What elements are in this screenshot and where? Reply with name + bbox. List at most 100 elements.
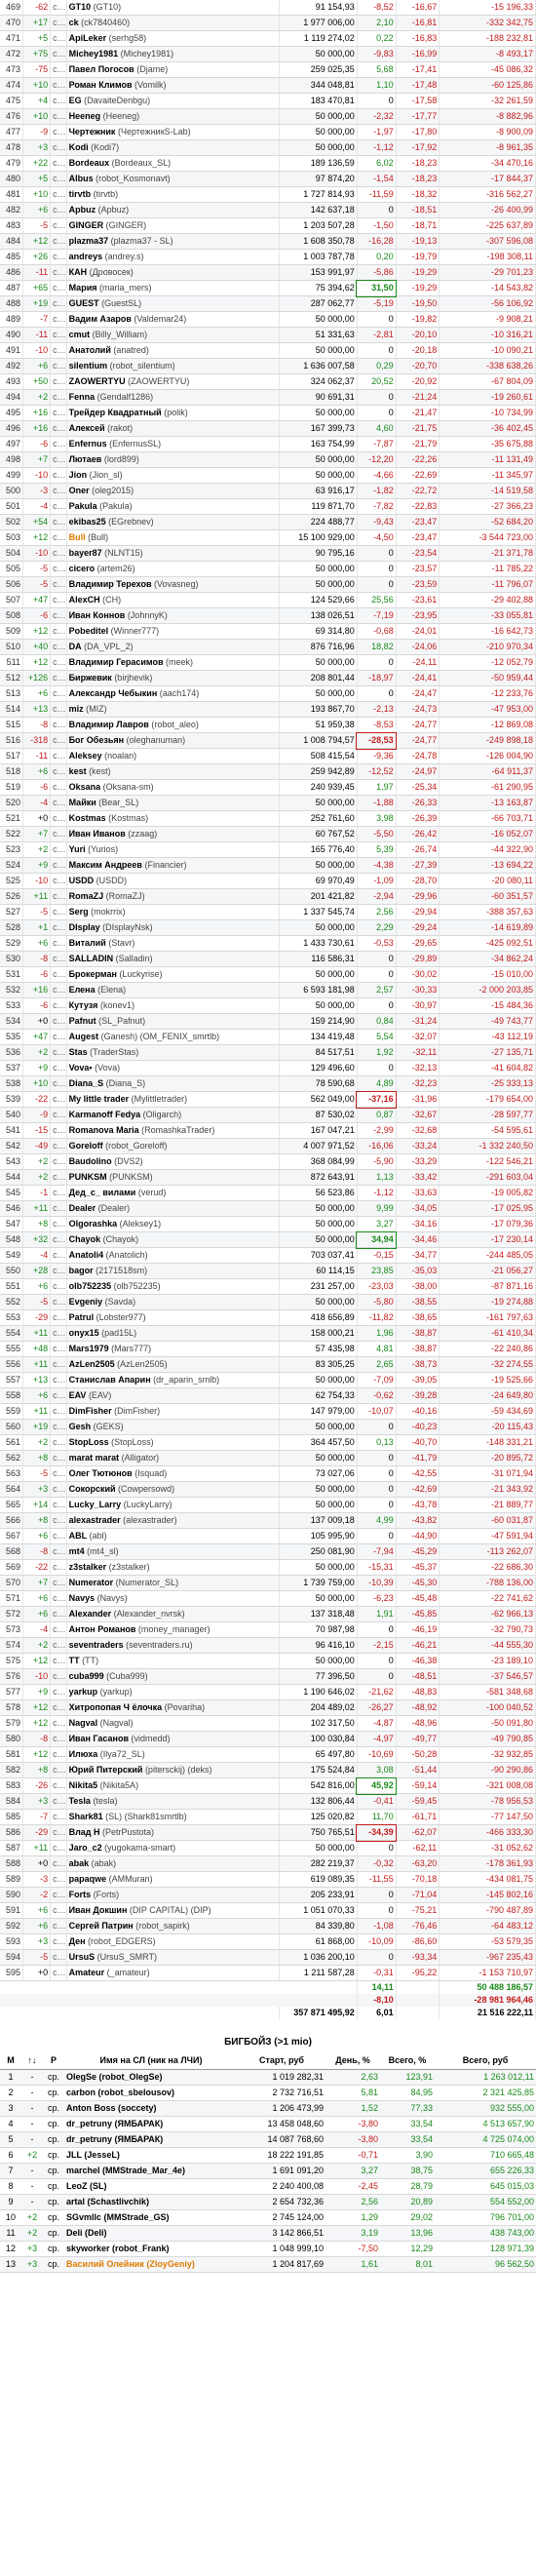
table-row[interactable]: 474 +10 ср. Роман Климов (Vomilk) 344 048,81… xyxy=(0,77,536,94)
participant-nick[interactable]: Chayok xyxy=(69,1234,101,1244)
participant-nick[interactable]: Анатолий xyxy=(69,345,111,355)
participant-name-cell[interactable]: AlexCH (CH) xyxy=(66,592,280,608)
participant-nick[interactable]: ApiLeker xyxy=(69,33,107,43)
table-row[interactable]: 594 -5 ср. UrsuS (UrsuS_SMRT) 1 036 200,10 0-… xyxy=(0,1949,536,1966)
table-row[interactable]: 473 -75 ср. Павел Погосов (Djame) 259 025,35… xyxy=(0,61,536,78)
participant-nick[interactable]: Елена xyxy=(69,985,96,995)
table-row[interactable]: 483 -5 ср. GINGER (GINGER) 1 203 507,28 -1,50… xyxy=(0,217,536,234)
table-row[interactable]: 587 +11 ср. Jaro_c2 (yugokama-smart) 50 000,… xyxy=(0,1840,536,1856)
participant-name-cell[interactable]: Роман Климов (Vomilk) xyxy=(66,77,280,94)
participant-nick[interactable]: Vova• xyxy=(69,1063,93,1073)
participant-nick[interactable]: Yuri xyxy=(69,844,86,854)
table-row[interactable]: 493 +50 ср. ZAOWERTYU (ZAOWERTYU) 324 062,37… xyxy=(0,373,536,390)
participant-name-cell[interactable]: DIsplay (DIsplayNsk) xyxy=(66,919,280,936)
participant-name-cell[interactable]: Aleksey (noalan) xyxy=(66,748,280,764)
table-row[interactable]: 480 +5 ср. Albus (robot_Kosmonavt) 97 874,20… xyxy=(0,171,536,187)
bigboys-row[interactable]: 8- ср. LeoZ (SL) 2 240 400,08 -2,45 28,79 645 … xyxy=(0,2178,536,2195)
participant-nick[interactable]: Michey1981 xyxy=(69,49,119,59)
participant-nick[interactable]: Nagval xyxy=(69,1718,98,1728)
participant-name-cell[interactable]: Виталий (Stavr) xyxy=(66,935,280,952)
participant-name-cell[interactable]: Forts (Forts) xyxy=(66,1887,280,1903)
participant-name-cell[interactable]: Pafnut (SL_Pafnut) xyxy=(66,1013,280,1030)
participant-nick[interactable]: Tesla xyxy=(69,1796,91,1806)
table-row[interactable]: 491 -10 ср. Анатолий (anatred) 50 000,00 0 -20… xyxy=(0,342,536,359)
participant-name-cell[interactable]: Yuri (Yurios) xyxy=(66,841,280,858)
participant-nick[interactable]: ABL xyxy=(69,1531,88,1541)
table-row[interactable]: 556 +11 ср. AzLen2505 (AzLen2505) 83 305,25 2… xyxy=(0,1356,536,1373)
participant-nick[interactable]: Amateur xyxy=(69,1968,105,1977)
participant-name-cell[interactable]: skyworker (robot_Frank) xyxy=(64,2241,238,2257)
participant-nick[interactable]: Иван Иванов xyxy=(69,829,126,839)
table-row[interactable]: 504 -10 ср. bayer87 (NLNT15) 90 795,16 0 -23,5… xyxy=(0,545,536,562)
participant-nick[interactable]: Юрий Питерский xyxy=(69,1765,143,1775)
table-row[interactable]: 492 +6 ср. silentium (robot_silentium) 1 636… xyxy=(0,358,536,374)
participant-name-cell[interactable]: Fenna (Gendalf1286) xyxy=(66,389,280,406)
participant-name-cell[interactable]: OlegSe (robot_OlegSe) xyxy=(64,2069,238,2086)
participant-nick[interactable]: Ден xyxy=(69,1936,86,1946)
participant-nick[interactable]: Сокорский xyxy=(69,1484,116,1494)
table-row[interactable]: 478 +3 ср. Kodi (Kodi7) 50 000,00 -1,12 -17,92… xyxy=(0,139,536,156)
table-row[interactable]: 561 +2 ср. StopLoss (StopLoss) 364 457,50 0,1… xyxy=(0,1434,536,1451)
participant-name-cell[interactable]: Максим Андреев (Financier) xyxy=(66,857,280,874)
table-row[interactable]: 568 -8 ср. mt4 (mt4_sl) 250 081,90 -7,94 -45,2… xyxy=(0,1543,536,1560)
participant-name-cell[interactable]: Кутузя (konev1) xyxy=(66,997,280,1014)
table-row[interactable]: 542 -49 ср. Goreloff (robot_Goreloff) 4 007 … xyxy=(0,1138,536,1154)
participant-nick[interactable]: Олег Тютюнов xyxy=(69,1468,133,1478)
participant-name-cell[interactable]: TT (TT) xyxy=(66,1653,280,1669)
participant-nick[interactable]: Oksana xyxy=(69,782,101,792)
table-row[interactable]: 500 -3 ср. Oner (oleg2015) 63 916,17 -1,82 -22… xyxy=(0,483,536,499)
table-row[interactable]: 490 -11 ср. cmut (Billy_William) 51 331,63 -2… xyxy=(0,327,536,343)
table-row[interactable]: 499 -10 ср. Jion (Jion_sl) 50 000,00 -4,66 -22… xyxy=(0,467,536,484)
participant-name-cell[interactable]: Pobeditel (Winner777) xyxy=(66,623,280,640)
participant-name-cell[interactable]: seventraders (seventraders.ru) xyxy=(66,1637,280,1654)
table-row[interactable]: 534 +0 ср. Pafnut (SL_Pafnut) 159 214,90 0,84… xyxy=(0,1013,536,1030)
table-row[interactable]: 586 -29 ср. Влад Н (PetrPustota) 750 765,51-… xyxy=(0,1823,536,1842)
participant-name-cell[interactable]: Лютаев (lord899) xyxy=(66,451,280,468)
participant-nick[interactable]: Дед_с_ вилами xyxy=(69,1188,136,1197)
table-row[interactable]: 584 +3 ср. Tesla (tesla) 132 806,44 -0,41 -59,… xyxy=(0,1793,536,1810)
participant-name-cell[interactable]: LeoZ (SL) xyxy=(64,2178,238,2195)
table-row[interactable]: 513 +6 ср. Александр Чебыкин (aach174) 50 00… xyxy=(0,685,536,702)
participant-nick[interactable]: Брокерман xyxy=(69,969,117,979)
participant-name-cell[interactable]: mt4 (mt4_sl) xyxy=(66,1543,280,1560)
table-row[interactable]: 574 +2 ср. seventraders (seventraders.ru) 96… xyxy=(0,1637,536,1654)
participant-name-cell[interactable]: plazma37 (plazma37 - SL) xyxy=(66,233,280,250)
participant-name-cell[interactable]: Брокерман (Luckyrise) xyxy=(66,966,280,983)
table-row[interactable]: 573 -4 ср. Антон Романов (money_manager) 70 … xyxy=(0,1621,536,1638)
table-row[interactable]: 522 +7 ср. Иван Иванов (zzaag) 60 767,52 -5,5… xyxy=(0,826,536,842)
table-row[interactable]: 569 -22 ср. z3stalker (z3stalker) 50 000,00-… xyxy=(0,1559,536,1576)
table-row[interactable]: 564 +3 ср. Сокорский (Cowpersowd) 50 000,00 0… xyxy=(0,1481,536,1498)
table-row[interactable]: 520 -4 ср. Майки (Bear_SL) 50 000,00 -1,88 -26… xyxy=(0,795,536,811)
participant-nick[interactable]: alexastrader xyxy=(69,1515,121,1525)
participant-name-cell[interactable]: Bull (Bull) xyxy=(66,529,280,546)
participant-name-cell[interactable]: Michey1981 (Michey1981) xyxy=(66,46,280,62)
table-row[interactable]: 588 +0 ср. abak (abak) 282 219,37 -0,32 -63,20… xyxy=(0,1855,536,1872)
participant-name-cell[interactable]: tirvtb (tirvtb) xyxy=(66,186,280,203)
table-row[interactable]: 582 +8 ср. Юрий Питерский (pitersckij) (dek… xyxy=(0,1762,536,1778)
table-row[interactable]: 540 -9 ср. Karmanoff Fedya (Oligarch) 87 530… xyxy=(0,1107,536,1123)
table-row[interactable]: 481 +10 ср. tirvtb (tirvtb) 1 727 814,93 -11,… xyxy=(0,186,536,203)
table-row[interactable]: 589 -3 ср. papaqwe (AMMuran) 619 089,35 -11,5… xyxy=(0,1871,536,1888)
table-row[interactable]: 559 +11 ср. DimFisher (DimFisher) 147 979,00… xyxy=(0,1403,536,1420)
participant-nick[interactable]: Биржевик xyxy=(69,673,112,683)
table-row[interactable]: 547 +8 ср. Olgorashka (Aleksey1) 50 000,00 3,… xyxy=(0,1216,536,1232)
participant-name-cell[interactable]: Augest (Ganesh) (OM_FENIX_smrtlb) xyxy=(66,1029,280,1045)
participant-nick[interactable]: Станислав Апарин xyxy=(69,1375,151,1385)
participant-name-cell[interactable]: Numerator (Numerator_SL) xyxy=(66,1575,280,1591)
participant-name-cell[interactable]: DA (DA_VPL_2) xyxy=(66,639,280,655)
participant-name-cell[interactable]: olb752235 (olb752235) xyxy=(66,1278,280,1295)
participant-nick[interactable]: Алексей xyxy=(69,423,105,433)
participant-name-cell[interactable]: Amateur (_amateur) xyxy=(66,1965,280,1981)
participant-nick[interactable]: Pakula xyxy=(69,501,97,511)
participant-name-cell[interactable]: Вадим Азаров (Valdemar24) xyxy=(66,311,280,328)
participant-nick[interactable]: Enfernus xyxy=(69,439,107,449)
participant-name-cell[interactable]: Deli (Deli) xyxy=(64,2225,238,2242)
table-row[interactable]: 570 +7 ср. Numerator (Numerator_SL) 1 739 75… xyxy=(0,1575,536,1591)
participant-nick[interactable]: DimFisher xyxy=(69,1406,112,1416)
participant-nick[interactable]: Gesh xyxy=(69,1422,92,1431)
participant-name-cell[interactable]: EG (DavaiteDenbgu) xyxy=(66,93,280,109)
participant-name-cell[interactable]: Чертежник (ЧертежникS-Lab) xyxy=(66,124,280,140)
participant-name-cell[interactable]: Иван Гасанов (vidmedd) xyxy=(66,1731,280,1747)
participant-name-cell[interactable]: ck (ck7840460) xyxy=(66,15,280,31)
table-row[interactable]: 469 -62 ср. GT10 (GT10) 91 154,93 -8,52 -16,67… xyxy=(0,0,536,16)
